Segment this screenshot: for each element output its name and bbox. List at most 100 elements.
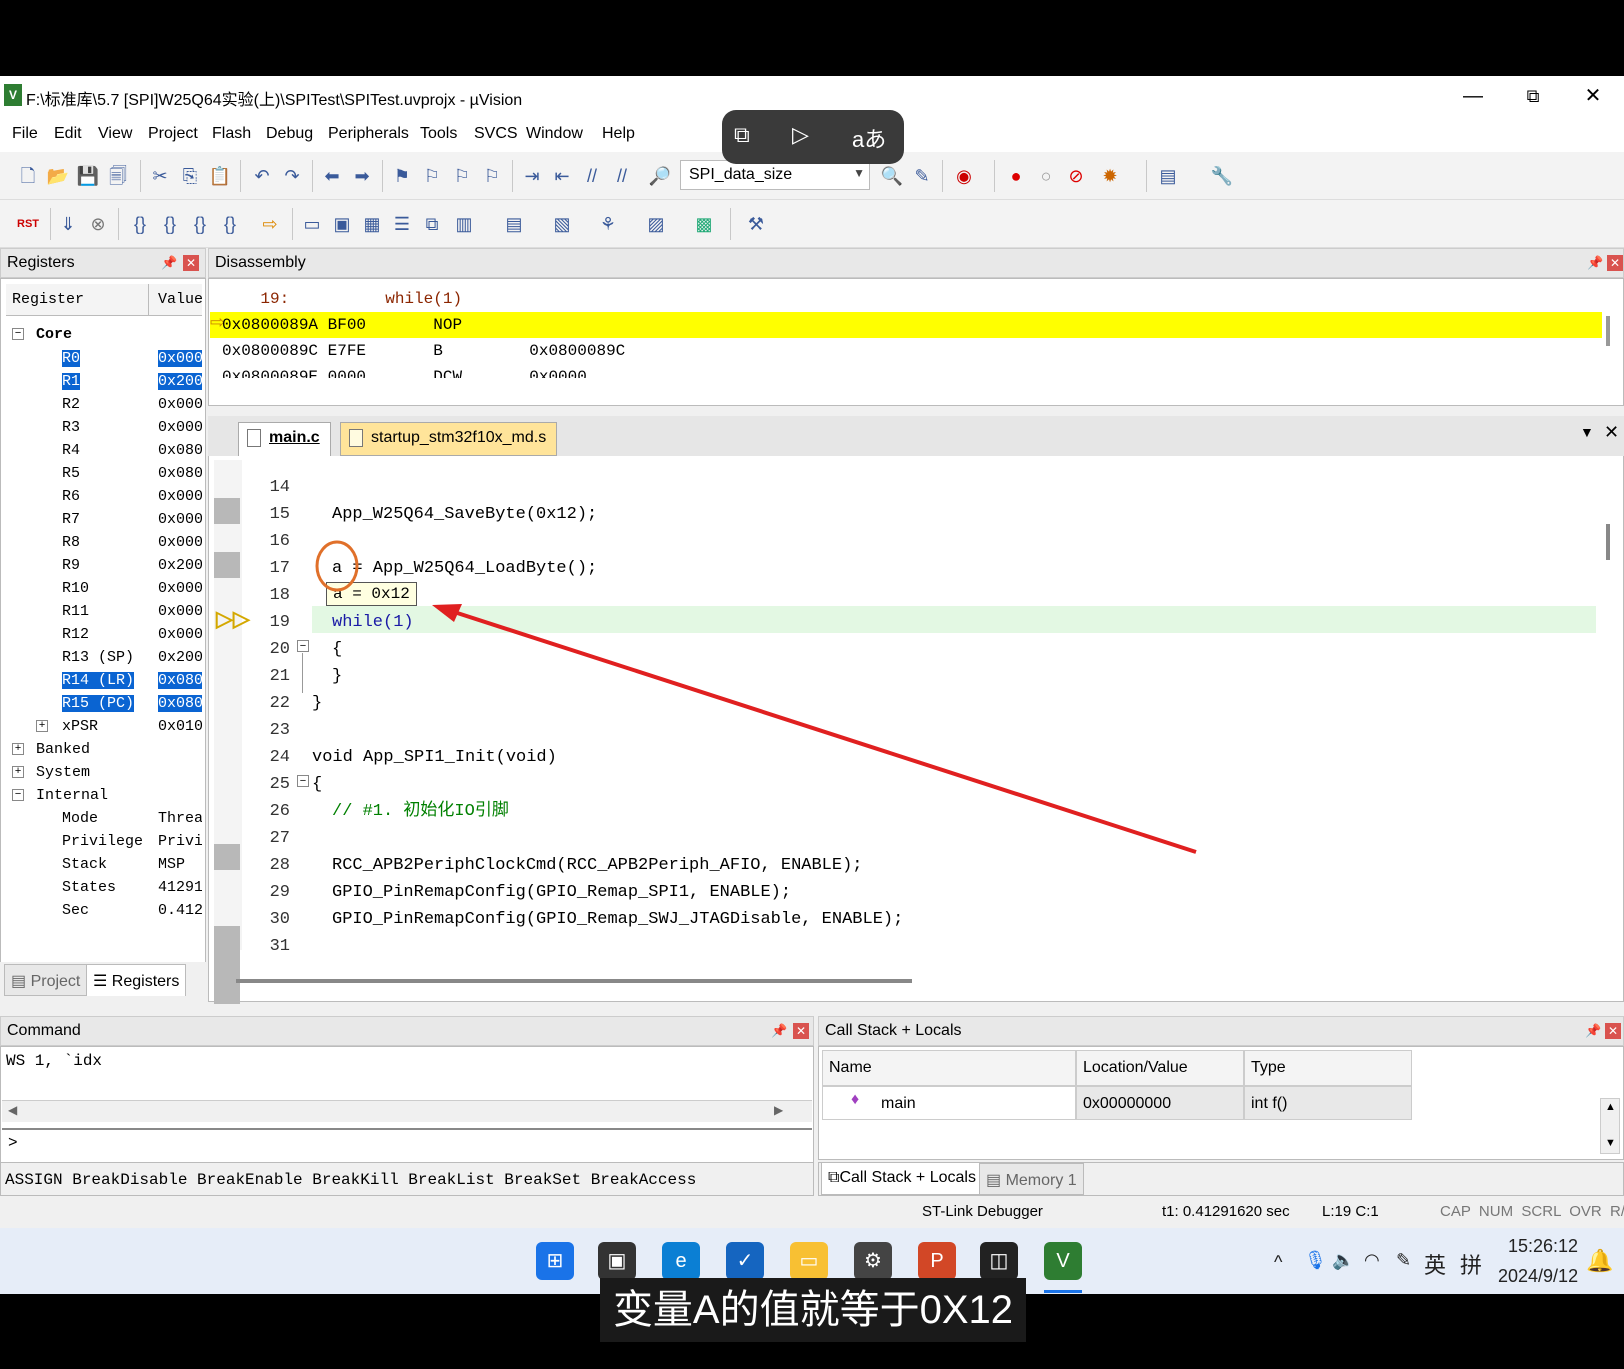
pen-icon[interactable]: ✎ — [1396, 1250, 1411, 1271]
volume-icon[interactable]: 🔈 — [1332, 1250, 1354, 1271]
collapse-icon[interactable]: − — [12, 328, 24, 340]
debug-session-icon[interactable]: ◉ — [952, 164, 976, 188]
expand-icon[interactable]: + — [12, 766, 24, 778]
register-row-sec[interactable]: Sec 0.412 — [6, 900, 202, 923]
register-row-r14[interactable]: R14 (LR) 0x080 — [6, 670, 202, 693]
code-line-30[interactable]: GPIO_PinRemapConfig(GPIO_Remap_SWJ_JTAGD… — [332, 906, 903, 933]
clock-date[interactable]: 2024/9/12 — [1498, 1266, 1578, 1287]
watch-window-icon[interactable]: ▥ — [452, 212, 476, 236]
code-line-26-comment[interactable]: // #1. 初始化IO引脚 — [332, 798, 509, 825]
indent-icon[interactable]: ⇥ — [520, 164, 544, 188]
disassembly-line[interactable]: 0x0800089E 0000 DCW 0x0000 — [222, 364, 587, 378]
callstack-window-icon[interactable]: ⧉ — [420, 212, 444, 236]
code-line-28[interactable]: RCC_APB2PeriphClockCmd(RCC_APB2Periph_AF… — [332, 852, 863, 879]
register-row-r6[interactable]: R6 0x000 — [6, 486, 202, 509]
disable-breakpoint-icon[interactable]: ○ — [1034, 164, 1058, 188]
callstack-vertical-scrollbar[interactable]: ▲ ▼ — [1600, 1098, 1620, 1154]
task-view-icon[interactable]: ▣ — [598, 1242, 636, 1280]
register-row-internal[interactable]: − Internal — [6, 785, 202, 808]
name-column-header[interactable]: Name — [822, 1050, 1076, 1086]
trace-window-icon[interactable]: ▨ — [644, 212, 668, 236]
show-next-statement-icon[interactable]: ⇨ — [258, 212, 282, 236]
register-row-r3[interactable]: R3 0x000 — [6, 417, 202, 440]
scroll-up-icon[interactable]: ▲ — [1605, 1101, 1616, 1113]
whiteboard-app-icon[interactable]: ✓ — [726, 1242, 764, 1280]
register-row-r13[interactable]: R13 (SP) 0x200 — [6, 647, 202, 670]
memory-window-icon[interactable]: ▤ — [502, 212, 526, 236]
location-column-header[interactable]: Location/Value — [1076, 1050, 1244, 1086]
menu-tools[interactable]: Tools — [420, 125, 457, 143]
system-viewer-icon[interactable]: ▩ — [692, 212, 716, 236]
notification-bell-icon[interactable]: 🔔 — [1586, 1248, 1613, 1274]
breakpoint-icon[interactable]: ● — [1004, 164, 1028, 188]
code-line-29[interactable]: GPIO_PinRemapConfig(GPIO_Remap_SPI1, ENA… — [332, 879, 791, 906]
editor-horizontal-scrollbar[interactable] — [236, 979, 912, 983]
cut-icon[interactable]: ✂ — [148, 164, 172, 188]
microphone-icon[interactable]: 🎙 — [1304, 1250, 1327, 1271]
serial-window-icon[interactable]: ▧ — [550, 212, 574, 236]
configure-icon[interactable]: 🔧 — [1210, 164, 1234, 188]
disassembly-window-icon[interactable]: ▣ — [330, 212, 354, 236]
close-icon[interactable]: ✕ — [1607, 255, 1623, 271]
register-row-core[interactable]: − Core — [6, 324, 202, 347]
picture-in-picture-icon[interactable]: ⧉ — [734, 122, 750, 148]
uvision-taskbar-icon[interactable]: V — [1044, 1242, 1082, 1280]
screen-capture-icon[interactable]: ▷ — [792, 122, 809, 148]
translate-button[interactable]: aあ — [852, 122, 886, 154]
command-window-icon[interactable]: ▭ — [300, 212, 324, 236]
file-explorer-icon[interactable]: ▭ — [790, 1242, 828, 1280]
callstack-row-main[interactable]: ♦ main — [822, 1086, 1076, 1120]
command-input[interactable]: > — [2, 1128, 812, 1158]
comment-icon[interactable]: // — [580, 164, 604, 188]
code-line-19[interactable]: while(1) — [332, 609, 414, 636]
register-row-r7[interactable]: R7 0x000 — [6, 509, 202, 532]
close-tab-icon[interactable]: ✕ — [1604, 422, 1619, 443]
save-all-icon[interactable]: 🗐 — [106, 164, 130, 188]
register-column-header[interactable]: Register — [12, 291, 84, 308]
toolbox-icon[interactable]: ⚒ — [744, 212, 768, 236]
menu-peripherals[interactable]: Peripherals — [328, 125, 409, 143]
register-row-banked[interactable]: + Banked — [6, 739, 202, 762]
step-out-icon[interactable]: {} — [188, 212, 212, 236]
stop-icon[interactable]: ⊗ — [86, 212, 110, 236]
register-row-states[interactable]: States 41291 — [6, 877, 202, 900]
fold-collapse-icon[interactable]: − — [297, 640, 309, 652]
step-over-icon[interactable]: {} — [158, 212, 182, 236]
register-row-r15[interactable]: R15 (PC) 0x080 — [6, 693, 202, 716]
tab-registers[interactable]: ☰ Registers — [86, 964, 187, 996]
new-file-icon[interactable]: 🗋 — [16, 164, 40, 188]
code-line-22[interactable]: } — [312, 690, 322, 717]
register-row-r0[interactable]: R0 0x000 — [6, 348, 202, 371]
run-to-cursor-icon[interactable]: {} — [218, 212, 242, 236]
tab-startup-file[interactable]: startup_stm32f10x_md.s — [340, 422, 558, 456]
register-row-r2[interactable]: R2 0x000 — [6, 394, 202, 417]
maximize-button[interactable]: ⧉ — [1510, 80, 1556, 112]
find-in-files-icon[interactable]: 🔎 — [648, 164, 672, 188]
code-line-17[interactable]: a = App_W25Q64_LoadByte(); — [332, 555, 597, 582]
paste-icon[interactable]: 📋 — [208, 164, 232, 188]
scroll-left-icon[interactable]: ◀ — [8, 1103, 17, 1117]
tab-memory-1[interactable]: ▤ Memory 1 — [979, 1163, 1084, 1195]
close-icon[interactable]: ✕ — [183, 255, 199, 271]
scroll-right-icon[interactable]: ▶ — [774, 1103, 783, 1117]
editor-vertical-scrollbar[interactable] — [1606, 524, 1610, 560]
run-icon[interactable]: ⇓ — [56, 212, 80, 236]
clock-time[interactable]: 15:26:12 — [1508, 1236, 1578, 1257]
pin-icon[interactable]: 📌 — [771, 1023, 787, 1039]
find-icon[interactable]: 🔍 — [880, 164, 904, 188]
minimize-button[interactable]: — — [1450, 80, 1496, 112]
powerpoint-icon[interactable]: P — [918, 1242, 956, 1280]
command-horizontal-scrollbar[interactable]: ◀ ▶ — [2, 1100, 812, 1122]
redo-icon[interactable]: ↷ — [280, 164, 304, 188]
register-row-xpsr[interactable]: + xPSR 0x010 — [6, 716, 202, 739]
callstack-location-value[interactable]: 0x00000000 — [1076, 1086, 1244, 1120]
disassembly-line[interactable]: 0x0800089C E7FE B 0x0800089C — [222, 338, 625, 364]
prev-bookmark-icon[interactable]: ⚐ — [420, 164, 444, 188]
close-icon[interactable]: ✕ — [793, 1023, 809, 1039]
pin-icon[interactable]: 📌 — [1585, 1023, 1601, 1039]
edge-browser-icon[interactable]: e — [662, 1242, 700, 1280]
menu-flash[interactable]: Flash — [212, 125, 251, 143]
menu-svcs[interactable]: SVCS — [474, 125, 518, 143]
menu-window[interactable]: Window — [526, 125, 583, 143]
step-into-icon[interactable]: {} — [128, 212, 152, 236]
